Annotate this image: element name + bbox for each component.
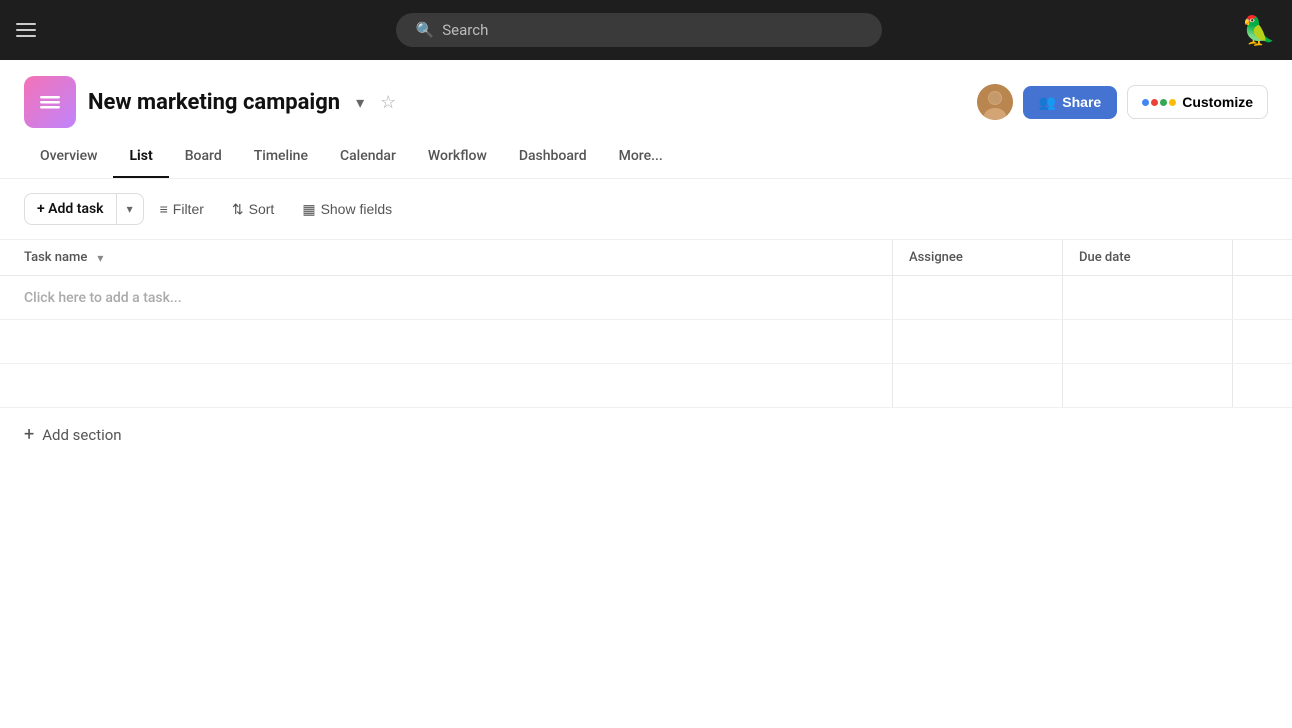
empty-row-2-extra	[1232, 364, 1292, 407]
list-icon	[36, 88, 64, 116]
share-button[interactable]: 👥 Share	[1023, 86, 1117, 119]
avatar	[977, 84, 1013, 120]
customize-button[interactable]: Customize	[1127, 85, 1268, 119]
empty-row-1-extra	[1232, 320, 1292, 363]
customize-dots	[1142, 99, 1176, 106]
tab-list[interactable]: List	[113, 140, 168, 178]
show-fields-label: Show fields	[321, 201, 393, 217]
avatar-face	[977, 84, 1013, 120]
add-task-label: + Add task	[37, 201, 104, 217]
dot-red	[1151, 99, 1158, 106]
project-title-row: New marketing campaign ▾ ☆ 👥 Share	[24, 76, 1268, 128]
toolbar: + Add task ▾ ≡ Filter ⇅ Sort ▦ Show fiel…	[0, 179, 1292, 240]
search-icon: 🔍	[416, 21, 435, 39]
tab-calendar[interactable]: Calendar	[324, 140, 412, 178]
col-assignee-label: Assignee	[909, 250, 963, 265]
sort-label: Sort	[249, 201, 275, 217]
search-bar[interactable]: 🔍 Search	[396, 13, 882, 47]
add-task-dropdown-chevron[interactable]: ▾	[117, 195, 143, 223]
add-section-label: Add section	[42, 426, 121, 444]
add-task-button[interactable]: + Add task ▾	[24, 193, 144, 225]
project-icon	[24, 76, 76, 128]
empty-row-2-task	[0, 364, 892, 407]
sort-button[interactable]: ⇅ Sort	[220, 194, 286, 225]
tab-timeline[interactable]: Timeline	[238, 140, 324, 178]
sort-icon: ⇅	[232, 201, 244, 218]
filter-icon: ≡	[160, 201, 168, 217]
show-fields-button[interactable]: ▦ Show fields	[290, 194, 404, 225]
col-duedate-label: Due date	[1079, 250, 1131, 265]
add-task-duedate-cell	[1062, 276, 1232, 319]
dot-blue	[1142, 99, 1149, 106]
empty-row-1-assignee	[892, 320, 1062, 363]
customize-label: Customize	[1182, 94, 1253, 110]
filter-button[interactable]: ≡ Filter	[148, 194, 216, 224]
tab-overview[interactable]: Overview	[24, 140, 113, 178]
empty-row-2-duedate	[1062, 364, 1232, 407]
empty-row-1-duedate	[1062, 320, 1232, 363]
project-title-left: New marketing campaign ▾ ☆	[24, 76, 396, 128]
add-section-row[interactable]: + Add section	[0, 408, 1292, 461]
add-task-placeholder[interactable]: Click here to add a task...	[0, 276, 892, 319]
tab-workflow[interactable]: Workflow	[412, 140, 503, 178]
logo-icon: 🦜	[1241, 14, 1276, 47]
table-header: Task name ▾ Assignee Due date	[0, 240, 1292, 276]
empty-row-1	[0, 320, 1292, 364]
table-area: Task name ▾ Assignee Due date Click here…	[0, 240, 1292, 461]
empty-row-2	[0, 364, 1292, 408]
header-area: New marketing campaign ▾ ☆ 👥 Share	[0, 60, 1292, 179]
share-label: Share	[1062, 94, 1101, 110]
tabs-row: Overview List Board Timeline Calendar Wo…	[24, 140, 1268, 178]
col-task-chevron[interactable]: ▾	[97, 251, 103, 265]
project-dropdown-chevron[interactable]: ▾	[356, 93, 364, 112]
share-people-icon: 👥	[1039, 94, 1056, 111]
empty-row-1-task	[0, 320, 892, 363]
header-actions: 👥 Share Customize	[977, 84, 1268, 120]
filter-label: Filter	[173, 201, 204, 217]
add-task-main[interactable]: + Add task	[25, 194, 117, 224]
column-extra	[1232, 240, 1292, 275]
tab-more[interactable]: More...	[603, 140, 679, 178]
top-navigation: 🔍 Search 🦜	[0, 0, 1292, 60]
add-task-row[interactable]: Click here to add a task...	[0, 276, 1292, 320]
col-task-label: Task name	[24, 250, 87, 265]
add-section-plus-icon: +	[24, 424, 34, 445]
tab-board[interactable]: Board	[169, 140, 238, 178]
favorite-star-icon[interactable]: ☆	[380, 92, 396, 113]
dot-green	[1160, 99, 1167, 106]
add-task-extra-cell	[1232, 276, 1292, 319]
dot-yellow	[1169, 99, 1176, 106]
column-task-name: Task name ▾	[0, 240, 892, 275]
search-placeholder: Search	[442, 21, 488, 39]
empty-row-text: Click here to add a task...	[24, 290, 182, 306]
tab-dashboard[interactable]: Dashboard	[503, 140, 603, 178]
show-fields-icon: ▦	[302, 201, 315, 218]
hamburger-menu[interactable]	[16, 23, 36, 37]
project-name: New marketing campaign	[88, 90, 340, 115]
add-task-assignee-cell	[892, 276, 1062, 319]
column-due-date: Due date	[1062, 240, 1232, 275]
column-assignee: Assignee	[892, 240, 1062, 275]
avatar-svg	[977, 84, 1013, 120]
empty-row-2-assignee	[892, 364, 1062, 407]
